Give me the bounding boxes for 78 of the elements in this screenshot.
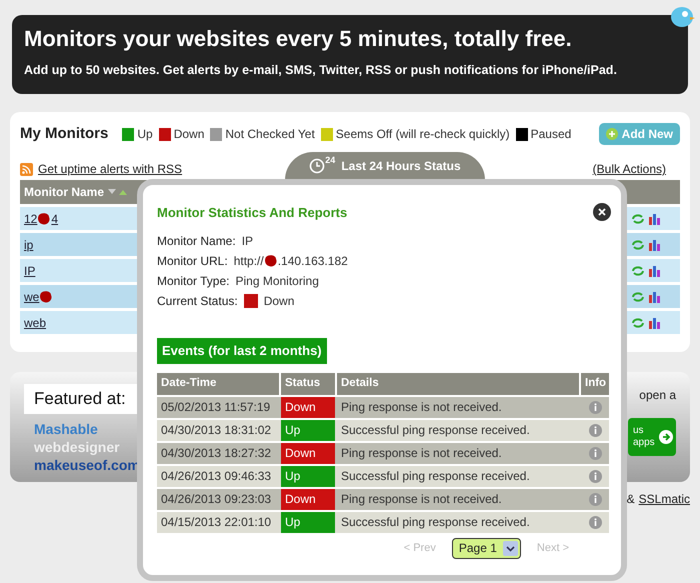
bar-chart-icon[interactable]: [648, 238, 662, 250]
status-cell: Down: [281, 396, 335, 418]
clock-icon: [309, 158, 326, 174]
close-button[interactable]: [593, 203, 611, 221]
refresh-icon[interactable]: [631, 212, 645, 224]
table-header: Date-Time: [157, 372, 279, 394]
monitor-name-link[interactable]: ip: [24, 236, 34, 254]
table-cell-text: Successful ping response received.: [340, 514, 531, 531]
events-title: Events (for last 2 months): [157, 338, 327, 364]
table-header: Status: [281, 372, 335, 394]
legend-label: Down: [174, 126, 204, 143]
monitor-name-link[interactable]: we: [24, 288, 54, 306]
banner-headline: Monitors your websites every 5 minutes, totally free.: [24, 25, 573, 53]
table-header: Info: [581, 372, 609, 394]
table-cell-text: Ping response is not received.: [340, 445, 503, 462]
monitor-name-link[interactable]: IP: [24, 262, 36, 280]
info-icon[interactable]: [588, 424, 602, 436]
close-icon: [598, 208, 606, 216]
refresh-icon[interactable]: [631, 316, 645, 328]
info-icon[interactable]: [588, 516, 602, 528]
info-icon[interactable]: [588, 446, 602, 460]
monitors-title: My Monitors: [20, 124, 108, 144]
info-icon[interactable]: [588, 492, 602, 506]
clock-label: 24: [325, 154, 336, 168]
table-cell-text: 04/26/2013 09:46:33: [160, 468, 272, 485]
bar-chart-icon[interactable]: [648, 212, 662, 224]
field-value: Ping Monitoring: [235, 272, 319, 290]
table-cell-text: 05/02/2013 11:57:19: [160, 399, 272, 416]
rss-icon: [20, 162, 33, 176]
sslmatic-link[interactable]: SSLmatic: [638, 490, 690, 508]
status-cell: Up: [281, 420, 335, 440]
field-label: Monitor URL:: [157, 252, 228, 270]
arrow-icon: [659, 430, 673, 444]
field-value: http:// .140.163.182: [234, 252, 348, 270]
monitor-name-link[interactable]: 12 4: [24, 210, 58, 228]
info-icon[interactable]: [588, 400, 602, 414]
popup-title: Monitor Statistics And Reports: [157, 204, 348, 222]
field-label: Monitor Name:: [157, 232, 236, 250]
table-cell-text: 04/30/2013 18:27:32: [160, 445, 272, 462]
table-cell-text: Ping response is not received.: [340, 491, 503, 508]
page-select[interactable]: Page 1: [452, 538, 521, 558]
legend-label: Paused: [530, 126, 572, 143]
sort-icon: [108, 188, 128, 196]
rss-link[interactable]: Get uptime alerts with RSS: [38, 160, 182, 178]
table-cell-text: Successful ping response received.: [340, 468, 531, 485]
refresh-icon[interactable]: [631, 290, 645, 302]
field-value: IP: [242, 232, 254, 250]
table-cell-text: Successful ping response received.: [340, 422, 531, 439]
status-cell: Down: [281, 488, 335, 510]
footer-text: &: [626, 491, 635, 508]
bar-chart-icon[interactable]: [648, 290, 662, 302]
table-cell-text: 04/15/2013 22:01:10: [160, 514, 272, 531]
apps-button[interactable]: us apps: [628, 418, 676, 456]
legend-label: Up: [137, 126, 153, 143]
table-cell-text: Ping response is not received.: [340, 399, 503, 416]
info-icon[interactable]: [588, 470, 602, 482]
refresh-icon[interactable]: [631, 238, 645, 250]
featured-text: open a: [639, 387, 676, 404]
field-value: Down: [264, 292, 294, 310]
banner-subline: Add up to 50 websites. Get alerts by e-mail, SMS, Twitter, RSS or push notifications for iPhone/iPad.: [24, 62, 618, 79]
plus-icon: [606, 128, 618, 140]
status-cell: Up: [281, 466, 335, 486]
field-label: Monitor Type:: [157, 272, 230, 290]
field-label: Current Status:: [157, 292, 238, 310]
table-cell-text: 04/30/2013 18:31:02: [160, 422, 272, 439]
redaction-mark: [264, 254, 278, 268]
table-cell-text: 04/26/2013 09:23:03: [160, 491, 272, 508]
bar-chart-icon[interactable]: [648, 316, 662, 328]
chevron-down-icon: [502, 540, 518, 556]
status-cell: Down: [281, 442, 335, 464]
status-cell: Up: [281, 512, 335, 532]
bar-chart-icon[interactable]: [648, 264, 662, 276]
bulk-actions-link[interactable]: (Bulk Actions): [592, 160, 666, 180]
legend-label: Seems Off (will re-check quickly): [336, 126, 510, 143]
refresh-icon[interactable]: [631, 264, 645, 276]
legend-label: Not Checked Yet: [225, 126, 315, 143]
monitor-name-link[interactable]: web: [24, 314, 46, 332]
table-header: Details: [337, 372, 579, 394]
